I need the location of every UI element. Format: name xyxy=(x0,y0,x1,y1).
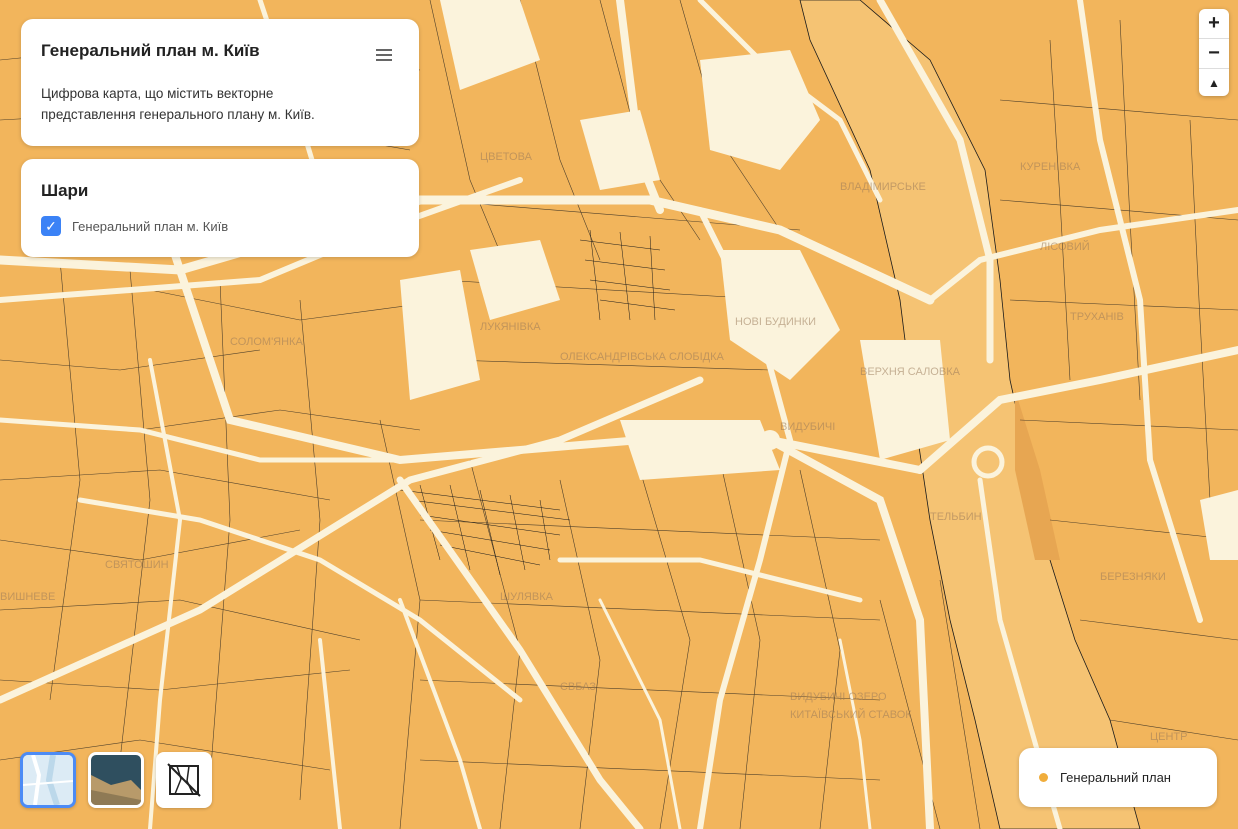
basemap-none-button[interactable] xyxy=(156,752,212,808)
map-description: Цифрова карта, що містить векторне предс… xyxy=(41,86,315,122)
zoom-control: + − ▲ xyxy=(1199,9,1229,96)
svg-text:ВИДУБИЧІ: ВИДУБИЧІ xyxy=(780,421,835,433)
checkbox-checked-icon[interactable]: ✓ xyxy=(41,216,61,236)
svg-text:СОЛОМ'ЯНКА: СОЛОМ'ЯНКА xyxy=(230,336,303,348)
svg-text:БЕРЕЗНЯКИ: БЕРЕЗНЯКИ xyxy=(1100,571,1166,583)
svg-text:ОЛЕКСАНДРІВСЬКА СЛОБІДКА: ОЛЕКСАНДРІВСЬКА СЛОБІДКА xyxy=(560,351,725,363)
legend-label: Генеральний план xyxy=(1060,770,1171,785)
light-map-thumbnail-icon xyxy=(23,755,73,805)
info-panel: Генеральний план м. Київ Цифрова карта, … xyxy=(21,19,419,146)
layers-title: Шари xyxy=(41,181,89,200)
svg-text:НОВІ БУДИНКИ: НОВІ БУДИНКИ xyxy=(735,316,816,328)
satellite-thumbnail-icon xyxy=(91,755,141,805)
svg-text:КУРЕНІВКА: КУРЕНІВКА xyxy=(1020,161,1081,173)
svg-text:ВЕРХНЯ САЛОВКА: ВЕРХНЯ САЛОВКА xyxy=(860,366,961,378)
svg-text:ВИДУБИЧІ ОЗЕРО: ВИДУБИЧІ ОЗЕРО xyxy=(790,691,887,703)
legend-panel: Генеральний план xyxy=(1019,748,1217,807)
compass-north-button[interactable]: ▲ xyxy=(1199,69,1229,96)
hamburger-menu-icon[interactable] xyxy=(376,49,392,61)
layer-label: Генеральний план м. Київ xyxy=(72,218,229,234)
svg-text:ЦВЕТОВА: ЦВЕТОВА xyxy=(480,151,533,163)
svg-text:ЦЕНТР: ЦЕНТР xyxy=(1150,731,1187,743)
legend-color-dot xyxy=(1039,773,1048,782)
svg-text:ЛУКЯНІВКА: ЛУКЯНІВКА xyxy=(480,321,541,333)
zoom-out-button[interactable]: − xyxy=(1199,39,1229,69)
map-title: Генеральний план м. Київ xyxy=(41,41,260,60)
svg-text:ВЛАДІМИРСЬКЕ: ВЛАДІМИРСЬКЕ xyxy=(840,181,926,193)
svg-text:ВИШНЕВЕ: ВИШНЕВЕ xyxy=(0,591,55,603)
svg-text:ТРУХАНІВ: ТРУХАНІВ xyxy=(1070,311,1124,323)
svg-text:ЛІСОВИЙ: ЛІСОВИЙ xyxy=(1040,240,1090,253)
no-basemap-icon xyxy=(159,755,209,805)
svg-text:ШУЛЯВКА: ШУЛЯВКА xyxy=(500,591,554,603)
svg-text:КИТАЇВСЬКИЙ СТАВОК: КИТАЇВСЬКИЙ СТАВОК xyxy=(790,708,912,721)
basemap-light-button[interactable] xyxy=(20,752,76,808)
basemap-satellite-button[interactable] xyxy=(88,752,144,808)
svg-text:ТЕЛЬБИН: ТЕЛЬБИН xyxy=(930,511,982,523)
layer-item-general-plan[interactable]: ✓ Генеральний план м. Київ xyxy=(41,216,399,236)
zoom-in-button[interactable]: + xyxy=(1199,9,1229,39)
compass-icon: ▲ xyxy=(1208,76,1220,90)
svg-text:ЄВБАЗ: ЄВБАЗ xyxy=(560,681,596,693)
svg-text:СВЯТОШИН: СВЯТОШИН xyxy=(105,559,169,571)
layers-panel: Шари ✓ Генеральний план м. Київ xyxy=(21,159,419,257)
